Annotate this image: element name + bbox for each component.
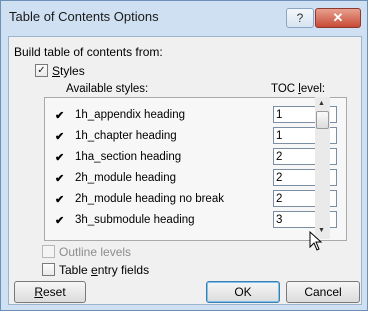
toc-options-dialog: Table of Contents Options ? ✕ Build tabl… bbox=[0, 0, 368, 311]
style-name: 1ha_section heading bbox=[75, 151, 182, 163]
style-name: 1h_chapter heading bbox=[75, 130, 177, 142]
styles-list[interactable]: ✔ 1h_appendix heading 1 ✔ 1h_chapter hea… bbox=[44, 97, 347, 241]
style-name: 2h_module heading no break bbox=[75, 193, 224, 205]
toc-level-header: TOC level: bbox=[271, 83, 326, 95]
close-button[interactable]: ✕ bbox=[315, 8, 361, 28]
style-name: 3h_submodule heading bbox=[75, 214, 195, 226]
scroll-up-icon[interactable]: ▲ bbox=[318, 100, 325, 107]
check-icon: ✔ bbox=[55, 110, 65, 122]
list-item[interactable]: ✔ 2h_module heading no break 2 bbox=[45, 190, 337, 210]
style-name: 2h_module heading bbox=[75, 172, 177, 184]
check-icon: ✔ bbox=[55, 194, 65, 206]
reset-button[interactable]: Reset bbox=[14, 281, 86, 303]
dialog-body: Build table of contents from: ✓ Styles A… bbox=[8, 36, 362, 305]
title-bar[interactable]: Table of Contents Options ? ✕ bbox=[1, 1, 367, 35]
build-from-label: Build table of contents from: bbox=[14, 45, 163, 59]
check-icon: ✔ bbox=[55, 152, 65, 164]
list-item[interactable]: ✔ 1h_appendix heading 1 bbox=[45, 106, 337, 126]
table-entry-fields-label[interactable]: Table entry fields bbox=[59, 263, 149, 277]
scrollbar-thumb[interactable] bbox=[316, 111, 329, 129]
list-item[interactable]: ✔ 3h_submodule heading 3 bbox=[45, 211, 337, 231]
styles-checkbox-label[interactable]: Styles bbox=[52, 64, 85, 78]
check-icon: ✔ bbox=[55, 173, 65, 185]
check-icon: ✔ bbox=[55, 131, 65, 143]
style-name: 1h_appendix heading bbox=[75, 109, 185, 121]
cancel-button[interactable]: Cancel bbox=[286, 281, 360, 303]
styles-list-scrollbar[interactable]: ▲ ▼ bbox=[315, 97, 330, 239]
list-item[interactable]: ✔ 1h_chapter heading 1 bbox=[45, 127, 337, 147]
styles-checkbox[interactable]: ✓ bbox=[35, 64, 48, 77]
table-entry-fields-checkbox[interactable] bbox=[42, 263, 55, 276]
ok-button[interactable]: OK bbox=[206, 281, 280, 303]
list-item[interactable]: ✔ 1ha_section heading 2 bbox=[45, 148, 337, 168]
check-icon: ✔ bbox=[55, 215, 65, 227]
dialog-title: Table of Contents Options bbox=[9, 9, 159, 24]
help-button[interactable]: ? bbox=[286, 8, 314, 28]
mouse-pointer-icon bbox=[309, 231, 323, 251]
list-item[interactable]: ✔ 2h_module heading 2 bbox=[45, 169, 337, 189]
available-styles-header: Available styles: bbox=[66, 83, 149, 95]
outline-levels-checkbox[interactable] bbox=[42, 245, 55, 258]
outline-levels-label: Outline levels bbox=[59, 245, 132, 259]
